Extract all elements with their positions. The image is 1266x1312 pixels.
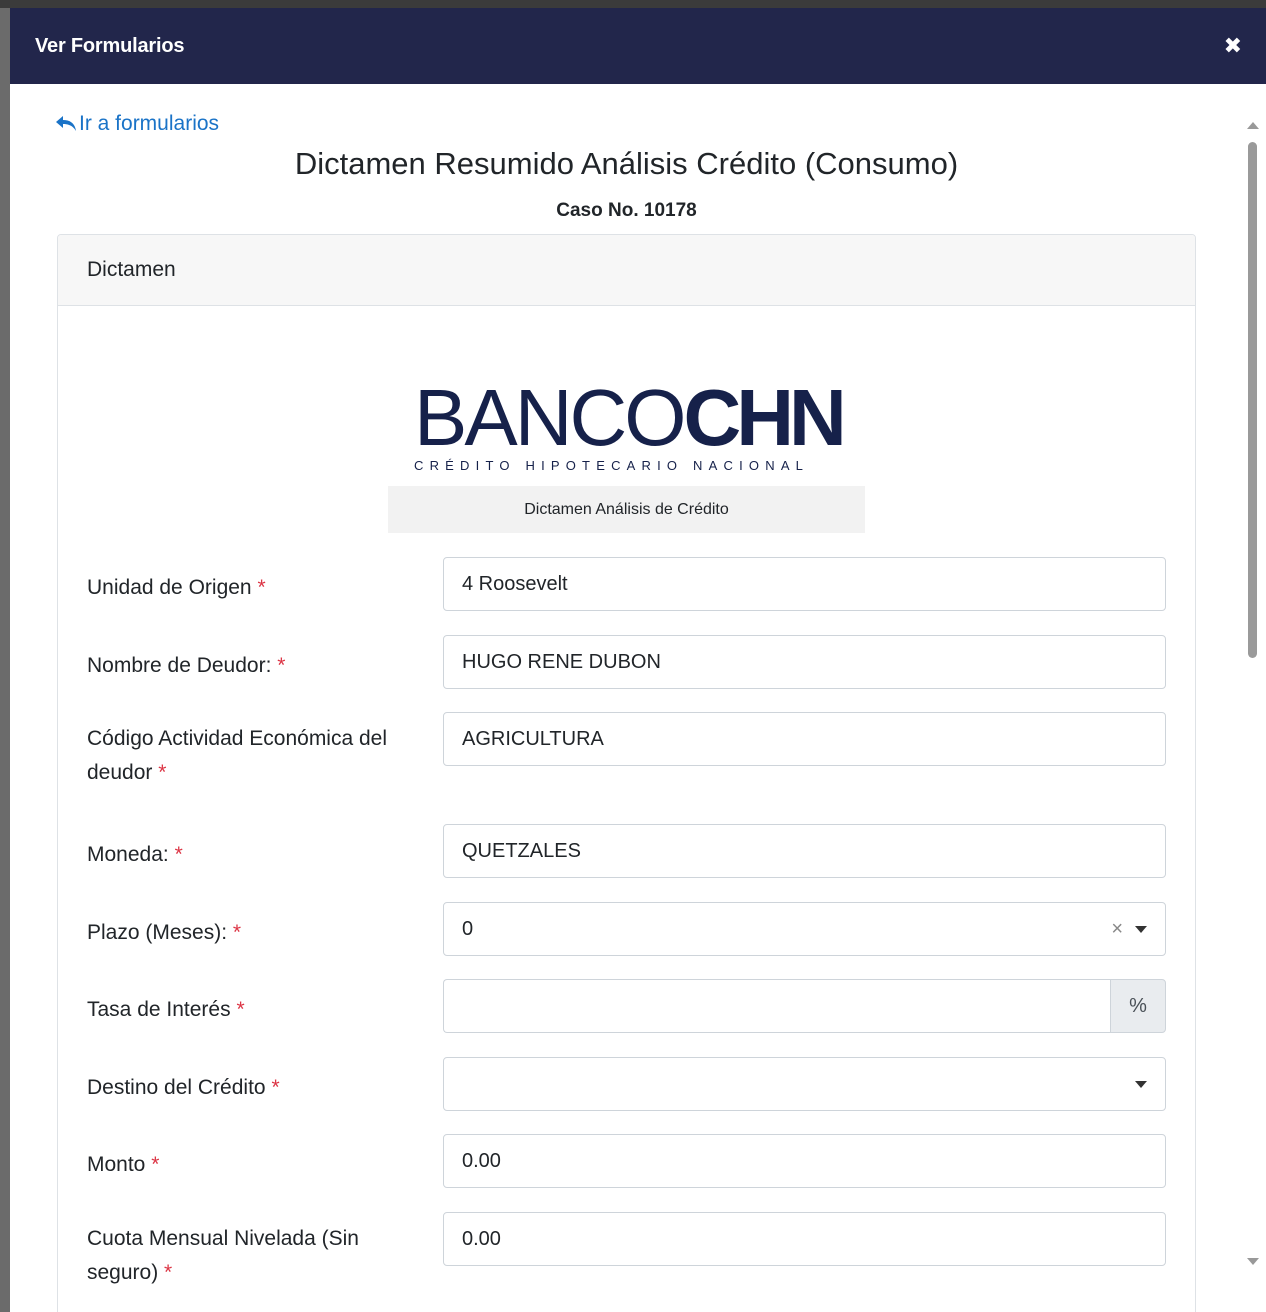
bank-logo: BANCOCHN CRÉDITO HIPOTECARIO NACIONAL — [414, 378, 847, 474]
tasa-interes-input[interactable] — [443, 979, 1110, 1033]
field-label-text: Unidad de Origen — [87, 576, 252, 599]
required-asterisk: * — [232, 921, 242, 944]
reply-arrow-icon — [56, 116, 76, 131]
select-icons: × — [1111, 918, 1147, 941]
field-label: Monto * — [87, 1148, 407, 1182]
modal-dialog: Ver Formularios ✖ Ir a formularios Dicta… — [10, 8, 1266, 1312]
dictamen-card: Dictamen BANCOCHN CRÉDITO HIPOTECARIO NA… — [57, 234, 1196, 1312]
field-label-text: Monto — [87, 1153, 146, 1176]
scroll-down-arrow-icon[interactable] — [1247, 1258, 1259, 1265]
logo-wordmark-bold: CHN — [683, 373, 847, 462]
field-label: Código Actividad Económica del deudor * — [87, 722, 407, 790]
required-asterisk: * — [236, 998, 245, 1021]
logo-caption: Dictamen Análisis de Crédito — [388, 486, 865, 533]
close-button[interactable]: ✖ — [1224, 35, 1242, 57]
required-asterisk: * — [151, 1153, 160, 1176]
field-label-text: Plazo (Meses): — [87, 921, 228, 944]
logo-wordmark-thin: BANCO — [414, 373, 686, 462]
field-label: Nombre de Deudor: * — [87, 649, 407, 683]
field-label: Unidad de Origen * — [87, 571, 407, 605]
vertical-scrollbar[interactable] — [1238, 108, 1266, 1280]
codigo-actividad-input[interactable] — [443, 712, 1166, 766]
page-backdrop — [0, 0, 1266, 8]
field-label-text: Moneda: — [87, 843, 169, 866]
required-asterisk: * — [257, 576, 266, 599]
back-link-label: Ir a formularios — [79, 112, 220, 135]
tasa-input-group: % — [443, 979, 1166, 1033]
modal-header: Ver Formularios ✖ — [10, 8, 1266, 84]
required-asterisk: * — [277, 654, 286, 677]
field-label: Cuota Mensual Nivelada (Sin seguro) * — [87, 1222, 407, 1290]
required-asterisk: * — [271, 1076, 280, 1099]
clear-icon[interactable]: × — [1111, 918, 1123, 941]
field-label: Moneda: * — [87, 838, 407, 872]
field-label-text: Cuota Mensual Nivelada (Sin seguro) — [87, 1227, 359, 1284]
chevron-down-icon[interactable] — [1135, 925, 1147, 933]
nombre-deudor-input[interactable] — [443, 635, 1166, 689]
cuota-mensual-input[interactable] — [443, 1212, 1166, 1266]
modal-title: Ver Formularios — [35, 34, 185, 57]
percent-addon: % — [1110, 979, 1166, 1033]
field-label: Tasa de Interés * — [87, 993, 407, 1027]
required-asterisk: * — [158, 761, 167, 784]
case-number: Caso No. 10178 — [556, 200, 697, 221]
field-label-text: Código Actividad Económica del deudor — [87, 727, 388, 784]
unidad-origen-input[interactable] — [443, 557, 1166, 611]
field-label-text: Destino del Crédito — [87, 1076, 266, 1099]
required-asterisk: * — [164, 1261, 173, 1284]
field-label-text: Tasa de Interés — [87, 998, 231, 1021]
field-label: Destino del Crédito * — [87, 1071, 407, 1105]
logo-wordmark: BANCOCHN — [414, 378, 847, 458]
plazo-select[interactable]: 0 × — [443, 902, 1166, 956]
card-header: Dictamen — [58, 235, 1195, 306]
form-title: Dictamen Resumido Análisis Crédito (Cons… — [294, 146, 959, 181]
destino-credito-select[interactable] — [443, 1057, 1166, 1111]
field-label: Plazo (Meses): * — [87, 916, 407, 950]
monto-input[interactable] — [443, 1134, 1166, 1188]
scroll-up-arrow-icon[interactable] — [1247, 122, 1259, 129]
logo-tagline: CRÉDITO HIPOTECARIO NACIONAL — [414, 458, 810, 473]
plazo-selected-value: 0 — [462, 917, 474, 940]
moneda-input[interactable] — [443, 824, 1166, 878]
select-icons — [1135, 1080, 1147, 1088]
required-asterisk: * — [174, 843, 183, 866]
back-to-forms-link[interactable]: Ir a formularios — [55, 112, 219, 136]
field-label-text: Nombre de Deudor: — [87, 654, 272, 677]
scroll-thumb[interactable] — [1248, 142, 1257, 658]
chevron-down-icon[interactable] — [1135, 1080, 1147, 1088]
